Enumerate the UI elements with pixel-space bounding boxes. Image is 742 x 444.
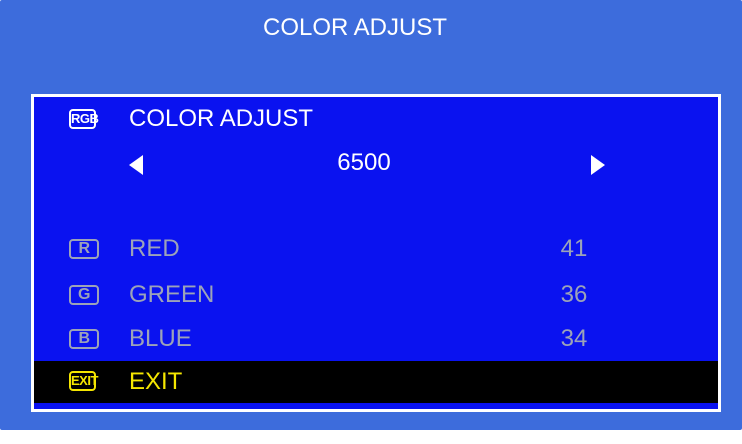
osd-title: COLOR ADJUST	[262, 14, 448, 41]
exit-label: EXIT	[129, 368, 183, 395]
channel-label-red: RED	[129, 235, 180, 262]
channel-row-green[interactable]: G GREEN 36	[34, 277, 718, 317]
color-adjust-heading-row: RGB COLOR ADJUST	[34, 101, 718, 141]
osd-window: COLOR ADJUST RGB COLOR ADJUST 6500 R RED…	[0, 0, 742, 430]
b-icon: B	[69, 329, 99, 349]
channel-row-red[interactable]: R RED 41	[34, 231, 718, 271]
arrow-left-icon[interactable]	[129, 155, 143, 175]
color-adjust-heading-label: COLOR ADJUST	[129, 105, 314, 132]
rgb-icon: RGB	[69, 109, 99, 129]
r-icon: R	[69, 239, 99, 259]
arrow-right-icon[interactable]	[591, 155, 605, 175]
color-adjust-panel: RGB COLOR ADJUST 6500 R RED 41 G GREEN 3…	[31, 94, 721, 412]
exit-icon: EXIT	[69, 371, 98, 391]
color-temp-selector[interactable]: 6500	[34, 143, 718, 183]
channel-value-blue: 34	[560, 325, 588, 352]
channel-label-green: GREEN	[129, 281, 215, 308]
channel-label-blue: BLUE	[129, 325, 192, 352]
channel-value-red: 41	[560, 235, 588, 262]
color-temp-value: 6500	[337, 149, 391, 176]
channel-row-blue[interactable]: B BLUE 34	[34, 321, 718, 361]
exit-row[interactable]: EXIT EXIT	[34, 361, 718, 403]
g-icon: G	[69, 285, 99, 305]
channel-value-green: 36	[560, 281, 588, 308]
